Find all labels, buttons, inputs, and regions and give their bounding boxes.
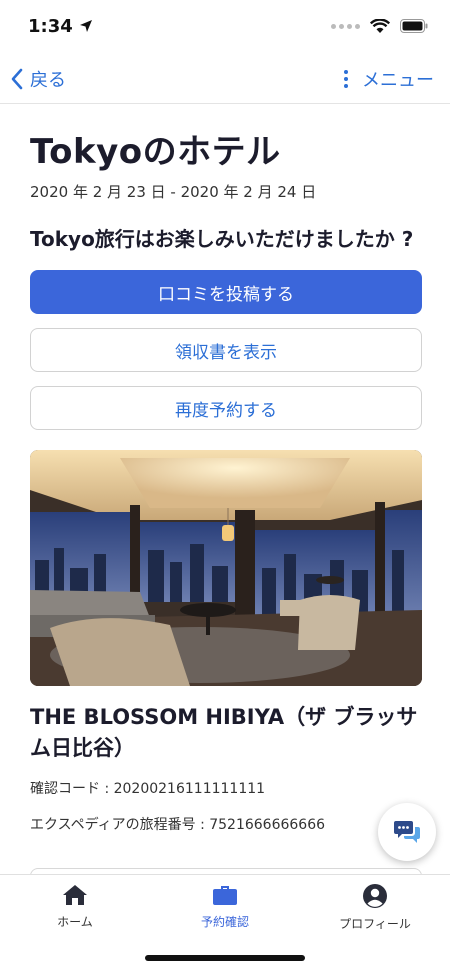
menu-button[interactable]: メニュー [344, 66, 434, 92]
tab-home[interactable]: ホーム [0, 883, 150, 930]
back-label: 戻る [30, 69, 66, 91]
hotel-room-image [30, 450, 422, 686]
itinerary-number: エクスペディアの旅程番号 : 7521666666666 [30, 817, 326, 833]
tab-trips[interactable]: 予約確認 [150, 883, 300, 930]
chat-button[interactable] [378, 803, 436, 861]
tab-trips-label: 予約確認 [200, 915, 249, 929]
kebab-menu-icon [344, 69, 348, 88]
status-time-group: 1:34 [28, 16, 93, 37]
status-indicators [331, 18, 428, 34]
page-title: Tokyoのホテル [30, 132, 281, 172]
view-receipt-button[interactable]: 領収書を表示 [30, 328, 422, 372]
chevron-left-icon [11, 68, 23, 89]
cellular-signal-icon [331, 23, 360, 29]
home-icon [63, 885, 87, 905]
menu-label: メニュー [362, 69, 434, 91]
battery-icon [400, 19, 428, 33]
status-time: 1:34 [28, 15, 73, 37]
chat-bubbles-icon [394, 821, 420, 843]
trip-detail: Tokyoのホテル 2020 年 2 月 23 日 - 2020 年 2 月 2… [30, 106, 422, 834]
trip-dates: 2020 年 2 月 23 日 - 2020 年 2 月 24 日 [30, 183, 317, 201]
wifi-icon [370, 18, 390, 33]
hotel-name: THE BLOSSOM HIBIYA（ザ ブラッサム日比谷） [30, 705, 418, 760]
tab-profile-label: プロフィール [339, 917, 411, 931]
trip-question: Tokyo旅行はお楽しみいただけましたか ? [30, 227, 414, 251]
status-bar: 1:34 [0, 0, 450, 52]
rebook-button[interactable]: 再度予約する [30, 386, 422, 430]
back-button[interactable]: 戻る [10, 66, 66, 92]
home-indicator [145, 955, 305, 961]
write-review-button[interactable]: 口コミを投稿する [30, 270, 422, 314]
location-arrow-icon [79, 20, 92, 32]
account-icon [363, 884, 387, 908]
tab-home-label: ホーム [57, 915, 93, 929]
tab-profile[interactable]: プロフィール [300, 883, 450, 932]
confirmation-code: 確認コード : 20200216111111111 [30, 781, 266, 797]
briefcase-icon [213, 886, 237, 905]
hotel-photo[interactable] [30, 450, 422, 686]
nav-bar: 戻る メニュー [0, 54, 450, 104]
